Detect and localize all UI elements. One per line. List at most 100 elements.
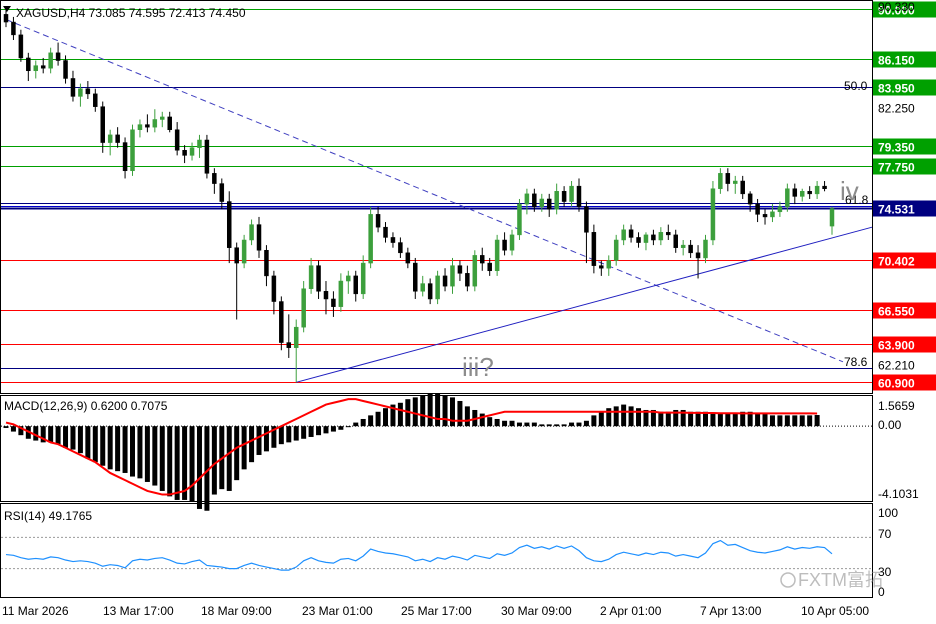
macd-bar	[48, 426, 54, 443]
bear-candle	[174, 129, 180, 151]
bear-candle	[747, 193, 753, 205]
rsi-label: RSI(14) 49.1765	[4, 509, 92, 523]
macd-bar	[130, 426, 136, 477]
macd-bar	[769, 415, 775, 427]
bull-candle	[814, 185, 820, 195]
macd-bar	[688, 411, 694, 427]
macd-bar	[554, 424, 560, 427]
macd-bar	[576, 422, 582, 427]
price-axis-tick: 82.250	[878, 102, 915, 116]
bull-candle	[435, 275, 440, 300]
wave-iv-label: iv	[840, 176, 859, 206]
macd-bar	[234, 426, 240, 481]
bear-candle	[93, 93, 98, 107]
macd-bar	[427, 393, 433, 427]
bear-candle	[212, 173, 217, 184]
macd-bar	[383, 408, 389, 427]
bear-candle	[599, 265, 604, 269]
macd-bar	[360, 418, 366, 427]
bull-candle	[78, 88, 83, 97]
trading-chart[interactable]: 90.00086.15083.95079.35077.75074.53170.4…	[0, 0, 936, 624]
bull-candle	[338, 280, 344, 307]
bull-candle	[241, 239, 247, 264]
macd-bar	[479, 413, 485, 427]
fib-50-label: 50.0	[844, 79, 868, 93]
time-label: 7 Apr 13:00	[700, 604, 762, 618]
bear-candle	[561, 191, 567, 202]
bear-candle	[628, 229, 634, 238]
macd-bar	[502, 420, 508, 427]
bear-candle	[286, 342, 292, 348]
macd-bar	[695, 411, 701, 427]
bear-candle	[115, 134, 120, 143]
bear-candle	[26, 57, 31, 72]
bear-candle	[70, 78, 76, 97]
macd-bar	[249, 426, 255, 463]
price-level-label: 83.950	[878, 82, 915, 96]
bull-candle	[606, 260, 612, 269]
bull-candle	[524, 193, 530, 205]
macd-bar	[457, 400, 463, 427]
macd-bar	[122, 426, 128, 473]
macd-bar	[211, 426, 217, 495]
rsi-axis-70: 70	[878, 527, 892, 541]
macd-bar	[316, 426, 322, 436]
bull-candle	[137, 124, 143, 130]
macd-bar	[167, 426, 173, 497]
macd-bar	[442, 395, 448, 427]
price-level-label: 60.900	[878, 377, 915, 391]
price-level-label: 74.531	[878, 203, 915, 217]
rsi-panel[interactable]	[0, 503, 873, 598]
bear-candle	[323, 291, 329, 300]
price-axis-tick: 62.210	[878, 359, 915, 373]
bear-candle	[413, 262, 418, 292]
bear-candle	[256, 224, 262, 251]
macd-bar	[330, 426, 336, 432]
macd-bar	[546, 424, 552, 427]
bear-candle	[651, 234, 656, 241]
time-label: 2 Apr 01:00	[600, 604, 662, 618]
bull-candle	[472, 255, 478, 287]
wave-iii-label: iii?	[462, 352, 494, 382]
macd-bar	[449, 397, 455, 427]
macd-bar	[412, 397, 418, 427]
bull-candle	[718, 173, 723, 189]
bear-candle	[55, 52, 61, 61]
bear-candle	[353, 275, 358, 295]
macd-bar	[435, 393, 441, 427]
bull-candle	[189, 147, 195, 156]
bear-candle	[11, 21, 16, 36]
bull-candle	[710, 188, 716, 241]
bear-candle	[204, 139, 210, 174]
macd-bar	[100, 426, 106, 466]
bull-candle	[829, 208, 835, 227]
macd-bar	[308, 426, 314, 437]
macd-bar	[55, 426, 61, 445]
macd-bar	[174, 426, 180, 500]
macd-bar	[3, 426, 9, 428]
bear-candle	[219, 183, 225, 202]
bear-candle	[279, 301, 284, 343]
bull-candle	[643, 234, 649, 243]
bear-candle	[807, 191, 812, 195]
macd-bar	[144, 426, 150, 482]
price-level-label: 79.350	[878, 141, 915, 155]
macd-bar	[85, 426, 91, 459]
macd-bar	[278, 426, 284, 445]
macd-bar	[107, 426, 113, 470]
macd-bar	[241, 426, 247, 470]
price-level-label: 86.150	[878, 54, 915, 68]
bull-candle	[517, 203, 522, 236]
macd-bar	[256, 426, 262, 455]
macd-bar	[792, 415, 798, 427]
bull-candle	[777, 206, 783, 213]
bear-candle	[331, 298, 336, 307]
bear-candle	[442, 275, 448, 287]
macd-bar	[710, 413, 716, 427]
bear-candle	[264, 250, 269, 277]
bull-candle	[785, 188, 790, 207]
bear-candle	[673, 234, 678, 248]
price-level-label: 77.750	[878, 161, 915, 175]
bear-candle	[480, 255, 485, 264]
bull-candle	[308, 265, 314, 289]
